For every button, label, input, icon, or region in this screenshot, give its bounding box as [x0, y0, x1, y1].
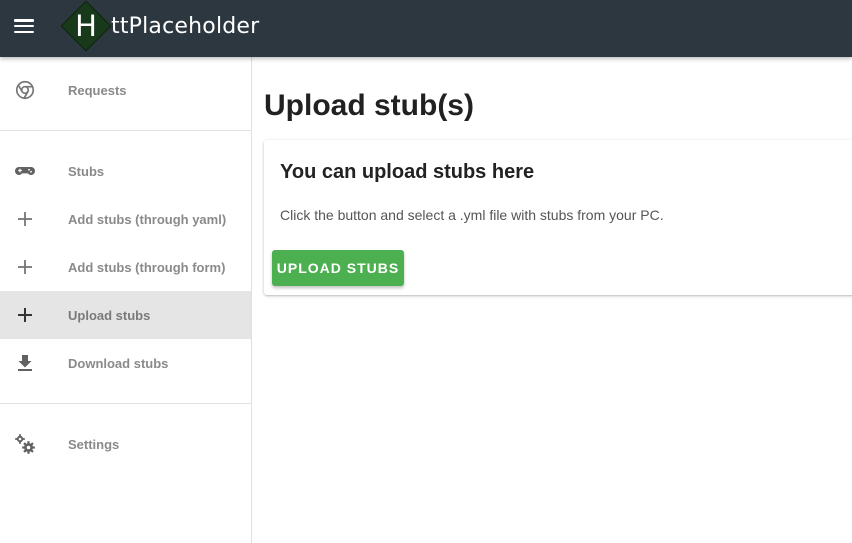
sidebar-item-label: Download stubs [68, 355, 169, 371]
sidebar-divider [0, 130, 251, 131]
sidebar-item-add-stubs-form[interactable]: Add stubs (through form) [0, 243, 251, 291]
sidebar-divider [0, 403, 251, 404]
sidebar-item-label: Stubs [68, 163, 105, 179]
sidebar-item-download-stubs[interactable]: Download stubs [0, 339, 251, 387]
download-icon [13, 351, 37, 375]
sidebar-item-requests[interactable]: Requests [0, 66, 251, 114]
upload-card: You can upload stubs here Click the butt… [264, 140, 852, 295]
chrome-browser-icon [13, 78, 37, 102]
sidebar: Requests Stubs Add stubs (through yaml) … [0, 57, 252, 543]
logo-letter: H [75, 9, 97, 43]
sidebar-item-label: Add stubs (through form) [68, 259, 226, 275]
sidebar-item-stubs[interactable]: Stubs [0, 147, 251, 195]
page-title: Upload stub(s) [264, 89, 474, 122]
logo-mark: H [60, 0, 112, 52]
app-title: ttPlaceholder [111, 13, 260, 39]
plus-icon [13, 255, 37, 279]
plus-icon [13, 207, 37, 231]
sidebar-item-label: Upload stubs [68, 307, 151, 323]
app-logo[interactable]: H ttPlaceholder [60, 0, 259, 52]
sidebar-item-add-stubs-yaml[interactable]: Add stubs (through yaml) [0, 195, 251, 243]
plus-icon [13, 303, 37, 327]
sidebar-item-label: Requests [68, 82, 127, 98]
sidebar-item-upload-stubs[interactable]: Upload stubs [0, 291, 251, 339]
top-app-bar: H ttPlaceholder [0, 0, 852, 57]
gamepad-icon [13, 159, 37, 183]
card-title: You can upload stubs here [280, 161, 535, 183]
upload-stubs-button[interactable]: UPLOAD STUBS [272, 250, 404, 286]
gears-icon [13, 432, 37, 456]
sidebar-item-label: Add stubs (through yaml) [68, 211, 227, 227]
sidebar-item-label: Settings [68, 436, 120, 452]
card-description: Click the button and select a .yml file … [280, 207, 664, 223]
sidebar-item-settings[interactable]: Settings [0, 420, 251, 468]
main-content: Upload stub(s) You can upload stubs here… [252, 57, 852, 543]
hamburger-menu-icon[interactable] [13, 18, 35, 34]
